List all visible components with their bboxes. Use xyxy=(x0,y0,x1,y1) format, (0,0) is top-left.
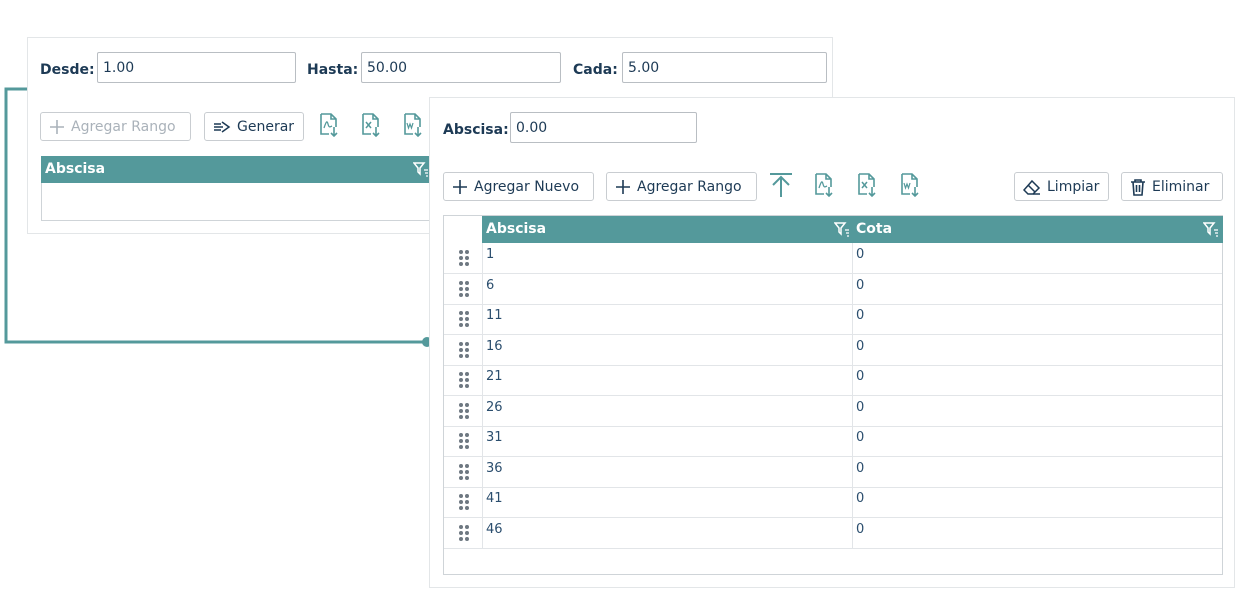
drag-handle-icon[interactable] xyxy=(459,372,471,388)
drag-handle-icon[interactable] xyxy=(459,280,471,297)
grid-header: Abscisa Cota xyxy=(482,216,1223,243)
cell-abscisa[interactable]: 21 xyxy=(482,365,852,395)
drag-handle-icon[interactable] xyxy=(459,494,471,510)
column-header-abscisa: Abscisa xyxy=(486,221,547,237)
export-excel-icon[interactable] xyxy=(358,112,384,138)
filter-icon[interactable] xyxy=(413,161,429,177)
cell-abscisa[interactable]: 26 xyxy=(482,396,852,426)
hasta-input[interactable] xyxy=(361,52,561,83)
range-table-header: Abscisa xyxy=(41,156,431,183)
filter-icon[interactable] xyxy=(834,221,850,237)
abscisa-grid: Abscisa Cota 1 0 6 0 11 0 16 0 21 0 26 0 31 0 36 0 41 0 46… xyxy=(443,215,1223,575)
abscisa-input[interactable] xyxy=(510,112,697,143)
range-table-body xyxy=(41,183,431,221)
drag-handle-icon[interactable] xyxy=(459,402,471,419)
cada-input[interactable] xyxy=(622,52,827,83)
clear-label: Limpiar xyxy=(1047,178,1100,195)
cell-abscisa[interactable]: 31 xyxy=(482,426,852,456)
cell-cota[interactable]: 0 xyxy=(852,518,1222,548)
delete-button[interactable]: Eliminar xyxy=(1121,172,1223,201)
table-row[interactable]: 31 0 xyxy=(444,426,1222,457)
cell-cota[interactable]: 0 xyxy=(852,426,1222,456)
plus-icon xyxy=(615,179,631,195)
plus-icon xyxy=(49,119,65,135)
cell-abscisa[interactable]: 16 xyxy=(482,335,852,365)
export-word-icon[interactable] xyxy=(400,112,426,138)
table-row[interactable]: 36 0 xyxy=(444,457,1222,488)
export-word-icon[interactable] xyxy=(897,172,923,198)
cell-cota[interactable]: 0 xyxy=(852,274,1222,304)
cell-cota[interactable]: 0 xyxy=(852,243,1222,273)
cell-abscisa[interactable]: 6 xyxy=(482,274,852,304)
cell-cota[interactable]: 0 xyxy=(852,396,1222,426)
filter-icon[interactable] xyxy=(1203,221,1219,237)
cell-cota[interactable]: 0 xyxy=(852,335,1222,365)
cell-abscisa[interactable]: 46 xyxy=(482,518,852,548)
eraser-icon xyxy=(1023,179,1041,195)
drag-handle-icon[interactable] xyxy=(459,250,471,266)
cell-cota[interactable]: 0 xyxy=(852,304,1222,334)
export-pdf-icon[interactable] xyxy=(316,112,342,138)
cell-abscisa[interactable]: 11 xyxy=(482,304,852,334)
generate-button[interactable]: Generar xyxy=(204,112,304,141)
desde-label: Desde: xyxy=(40,62,95,78)
drag-handle-icon[interactable] xyxy=(459,341,471,358)
clear-button[interactable]: Limpiar xyxy=(1014,172,1109,201)
plus-icon xyxy=(452,179,468,195)
drag-handle-icon[interactable] xyxy=(459,463,471,480)
add-range-label: Agregar Rango xyxy=(71,118,176,135)
column-divider xyxy=(852,243,853,548)
delete-label: Eliminar xyxy=(1152,178,1210,195)
column-header-abscisa: Abscisa xyxy=(45,161,106,177)
table-row[interactable]: 11 0 xyxy=(444,304,1222,335)
cell-cota[interactable]: 0 xyxy=(852,365,1222,395)
table-row[interactable]: 21 0 xyxy=(444,365,1222,396)
grid-body: 1 0 6 0 11 0 16 0 21 0 26 0 31 0 36 0 41 0 46 0 xyxy=(444,243,1222,549)
column-divider xyxy=(482,243,483,548)
drag-handle-icon[interactable] xyxy=(459,311,471,327)
table-row[interactable]: 60 xyxy=(444,274,1222,305)
drag-handle-icon[interactable] xyxy=(459,433,471,449)
cell-abscisa[interactable]: 41 xyxy=(482,487,852,517)
abscisa-label: Abscisa: xyxy=(443,122,509,138)
add-new-label: Agregar Nuevo xyxy=(474,178,580,195)
cell-abscisa[interactable]: 1 xyxy=(482,243,852,273)
cell-cota[interactable]: 0 xyxy=(852,487,1222,517)
generate-icon xyxy=(213,120,231,133)
export-pdf-icon[interactable] xyxy=(811,172,837,198)
add-new-button[interactable]: Agregar Nuevo xyxy=(443,172,594,201)
export-excel-icon[interactable] xyxy=(854,172,880,198)
drag-handle-icon[interactable] xyxy=(459,524,471,541)
table-row[interactable]: 16 0 xyxy=(444,335,1222,366)
column-header-cota: Cota xyxy=(856,221,893,237)
cada-label: Cada: xyxy=(573,62,618,78)
table-row[interactable]: 46 0 xyxy=(444,518,1222,549)
add-range-label: Agregar Rango xyxy=(637,178,742,195)
table-row[interactable]: 41 0 xyxy=(444,487,1222,518)
hasta-label: Hasta: xyxy=(307,62,359,78)
add-range-button[interactable]: Agregar Rango xyxy=(40,112,191,141)
trash-icon xyxy=(1130,178,1146,196)
upload-icon[interactable] xyxy=(768,172,794,198)
desde-input[interactable] xyxy=(97,52,296,83)
cell-cota[interactable]: 0 xyxy=(852,457,1222,487)
generate-label: Generar xyxy=(237,118,295,135)
cell-abscisa[interactable]: 36 xyxy=(482,457,852,487)
abscisa-panel: Abscisa: Agregar Nuevo Agregar Rango Lim… xyxy=(429,97,1235,588)
table-row[interactable]: 10 xyxy=(444,243,1222,274)
table-row[interactable]: 26 0 xyxy=(444,396,1222,427)
add-range-button[interactable]: Agregar Rango xyxy=(606,172,757,201)
